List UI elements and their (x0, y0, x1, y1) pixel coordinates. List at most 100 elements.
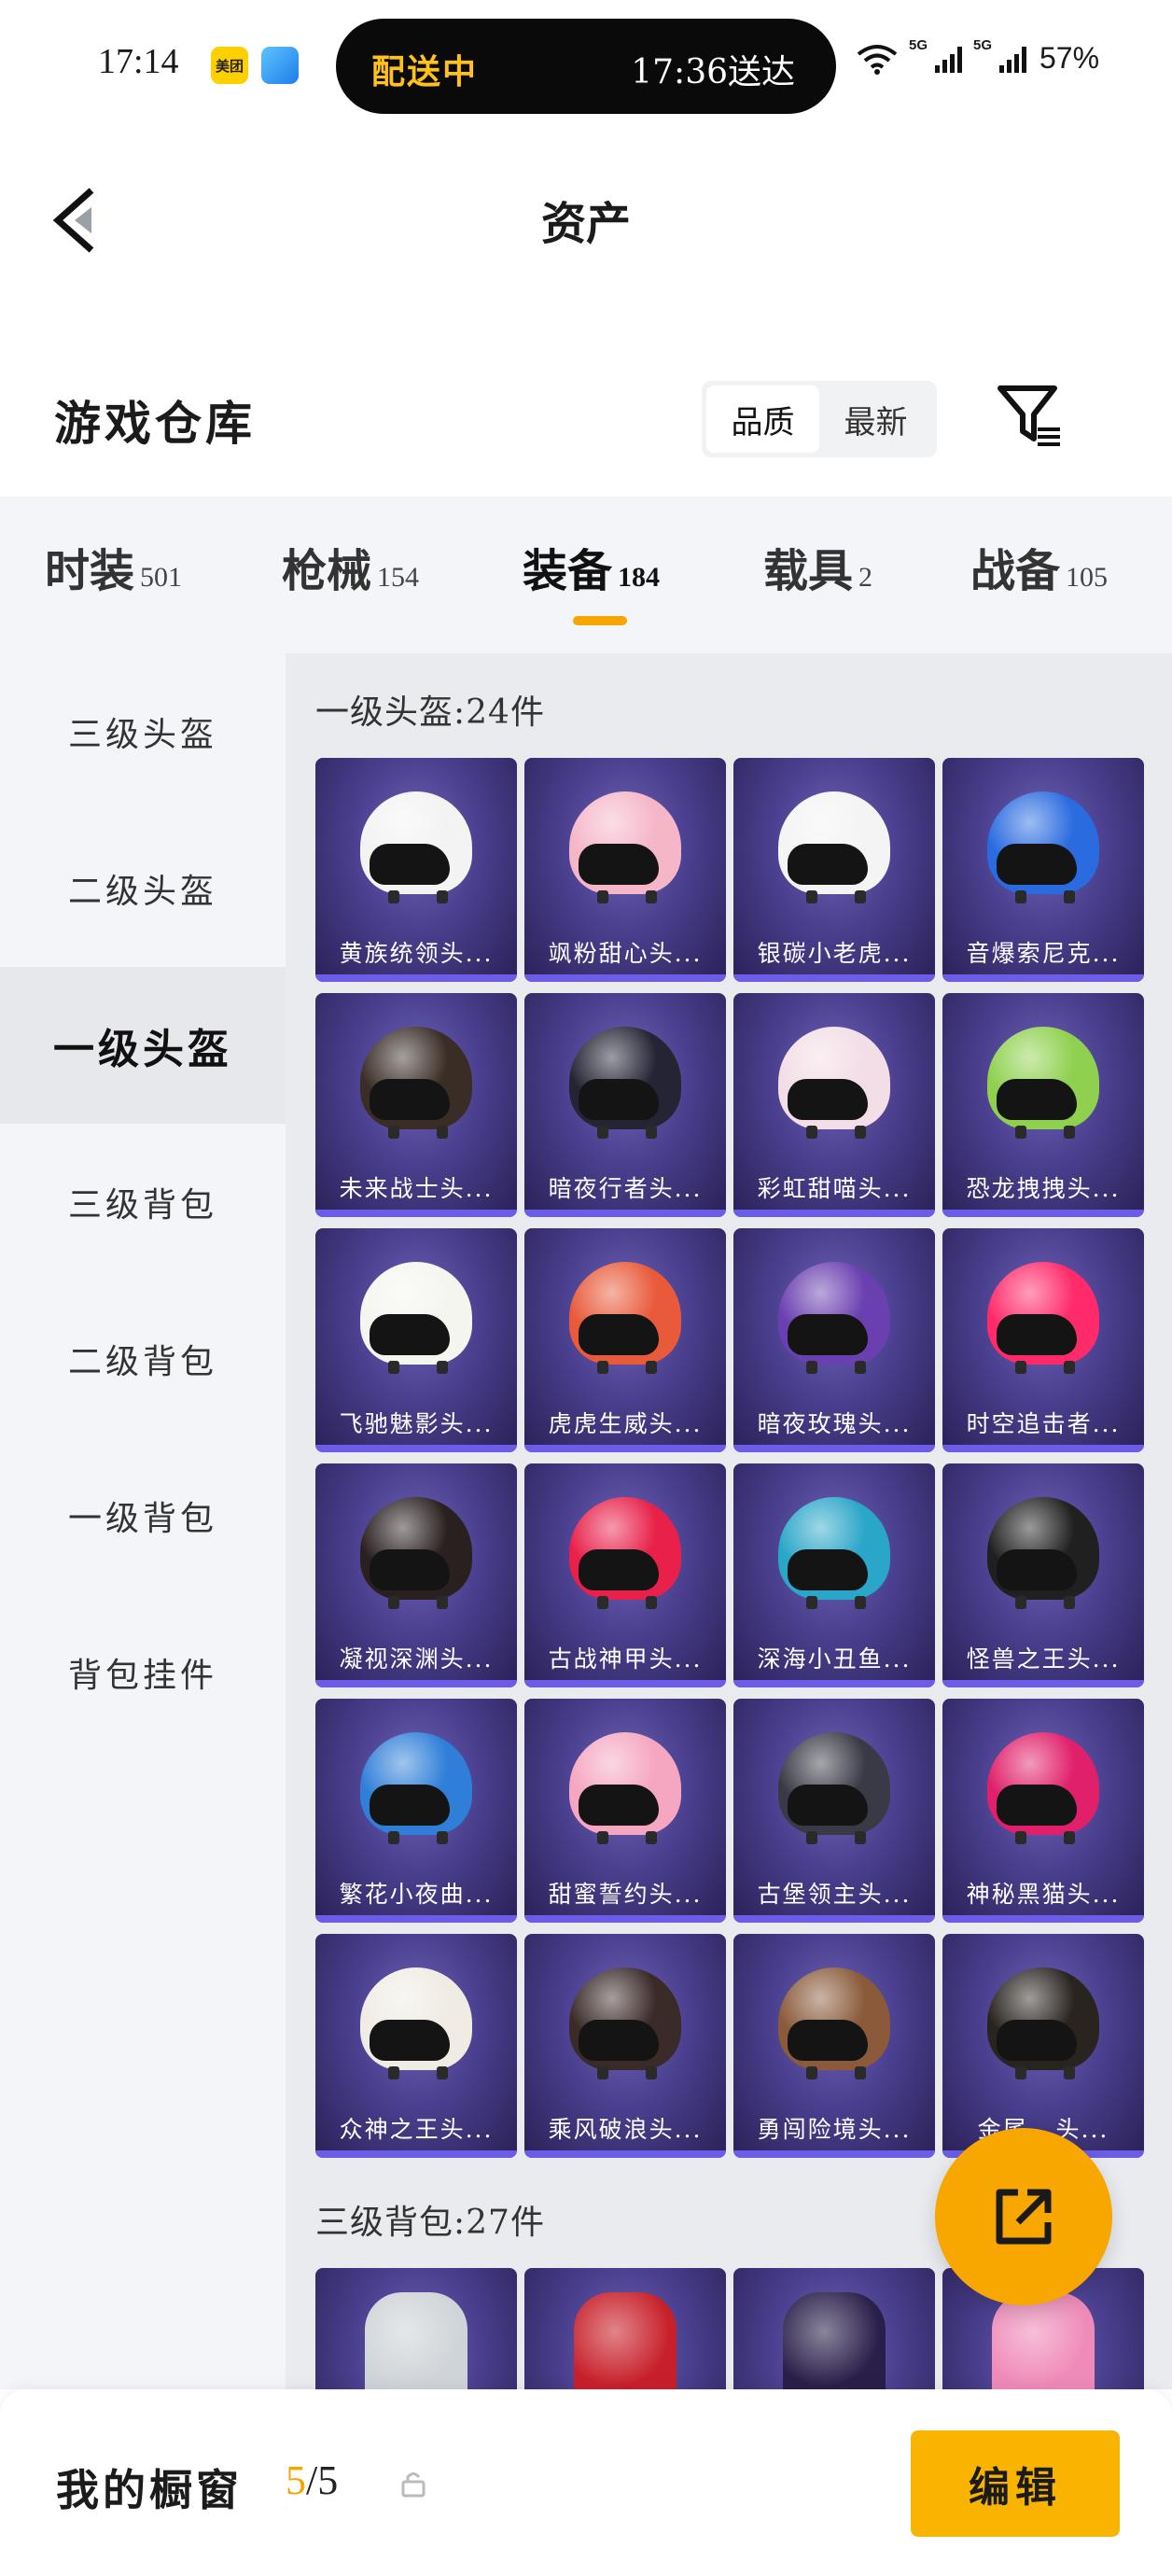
sidebar-item-level1-helmet[interactable]: 一级头盔 (0, 967, 286, 1124)
sidebar-item-level2-backpack[interactable]: 二级背包 (0, 1281, 286, 1437)
item-name: 音爆索尼克... (966, 940, 1121, 967)
backpack-image (365, 2292, 467, 2389)
meituan-app-icon: 美团 (211, 47, 248, 84)
item-name: 时空追击者... (966, 1410, 1121, 1437)
equipment-item-card[interactable]: 飞驰魅影头... (315, 1228, 517, 1452)
section-title-level1-helmet: 一级头盔:24件 (315, 693, 545, 732)
backpack-image (992, 2292, 1095, 2389)
item-name: 恐龙拽拽头... (966, 1175, 1121, 1202)
equipment-item-card[interactable]: 音爆索尼克... (942, 758, 1144, 982)
equipment-item-card[interactable]: 深海小丑鱼... (733, 1463, 935, 1687)
battery-level: 57% (1039, 41, 1100, 75)
item-name: 黄族统领头... (339, 940, 494, 967)
item-name: 飒粉甜心头... (548, 940, 703, 967)
equipment-item-card[interactable]: 飒粉甜心头... (524, 758, 726, 982)
helmet-image (360, 791, 472, 903)
equipment-item-card[interactable]: 怪兽之王头... (942, 1463, 1144, 1687)
delivery-status: 配送中 (371, 52, 479, 91)
showcase-count: 5/5 (286, 2457, 339, 2503)
equipment-item-card[interactable]: 暗夜玫瑰头... (733, 1228, 935, 1452)
equipment-item-card[interactable]: 乘风破浪头... (524, 1934, 726, 2158)
equipment-item-card[interactable] (733, 2268, 935, 2389)
sidebar-item-level3-backpack[interactable]: 三级背包 (0, 1124, 286, 1281)
sidebar-item-level1-backpack[interactable]: 一级背包 (0, 1437, 286, 1594)
item-name: 虎虎生威头... (548, 1410, 703, 1437)
item-name: 神秘黑猫头... (966, 1881, 1121, 1908)
helmet-image (778, 1027, 890, 1139)
backpack-image (783, 2292, 886, 2389)
tab-equipment[interactable]: 装备 184 (523, 534, 660, 599)
status-time: 17:14 (98, 42, 179, 81)
tab-firearms[interactable]: 枪械 154 (282, 534, 419, 599)
equipment-item-card[interactable] (315, 2268, 517, 2389)
helmet-image (987, 1497, 1099, 1609)
item-name: 暗夜玫瑰头... (757, 1410, 912, 1437)
helmet-image (987, 791, 1099, 903)
equipment-item-card[interactable]: 虎虎生威头... (524, 1228, 726, 1452)
tab-supplies[interactable]: 战备 105 (970, 534, 1108, 599)
share-button[interactable] (935, 2128, 1112, 2305)
item-name: 众神之王头... (339, 2116, 494, 2143)
item-name: 怪兽之王头... (966, 1645, 1121, 1673)
item-name: 甜蜜誓约头... (548, 1881, 703, 1908)
item-name: 乘风破浪头... (548, 2116, 703, 2143)
helmet-image (778, 1732, 890, 1844)
equipment-item-card[interactable]: 神秘黑猫头... (942, 1699, 1144, 1923)
helmet-image (569, 1732, 681, 1844)
sidebar-item-level3-helmet[interactable]: 三级头盔 (0, 653, 286, 810)
backpack-image (574, 2292, 677, 2389)
sort-newest[interactable]: 最新 (819, 385, 932, 453)
item-name: 暗夜行者头... (548, 1175, 703, 1202)
equipment-item-card[interactable]: 黄族统领头... (315, 758, 517, 982)
sidebar-item-backpack-charm[interactable]: 背包挂件 (0, 1594, 286, 1751)
item-name: 凝视深渊头... (339, 1645, 494, 1673)
tab-fashion[interactable]: 时装 501 (45, 534, 182, 599)
status-bar: 17:14 美团 配送中 17:36送达 5G 5G 57% (0, 0, 1172, 131)
helmet-image (778, 1967, 890, 2079)
helmet-image (569, 1027, 681, 1139)
tab-vehicles[interactable]: 载具 2 (763, 534, 872, 599)
equipment-item-card[interactable]: 繁花小夜曲... (315, 1699, 517, 1923)
helmet-image (778, 1262, 890, 1374)
delivery-live-activity[interactable]: 配送中 17:36送达 (336, 19, 836, 114)
filter-icon[interactable] (997, 383, 1064, 450)
helmet-image (360, 1732, 472, 1844)
item-name: 深海小丑鱼... (757, 1645, 912, 1673)
item-name: 古战神甲头... (548, 1645, 703, 1673)
helmet-image (778, 791, 890, 903)
helmet-image (987, 1732, 1099, 1844)
equipment-item-card[interactable]: 古战神甲头... (524, 1463, 726, 1687)
helmet-image (360, 1262, 472, 1374)
gallery-app-icon (261, 47, 299, 84)
sort-quality[interactable]: 品质 (706, 385, 819, 453)
equipment-item-card[interactable]: 暗夜行者头... (524, 993, 726, 1217)
equipment-item-card[interactable]: 恐龙拽拽头... (942, 993, 1144, 1217)
item-name: 彩虹甜喵头... (757, 1175, 912, 1202)
equipment-item-card[interactable]: 古堡领主头... (733, 1699, 935, 1923)
share-icon (996, 2189, 1052, 2245)
signal-icon: 5G (909, 37, 962, 73)
equipment-item-card[interactable]: 凝视深渊头... (315, 1463, 517, 1687)
showcase-label: 我的橱窗 (56, 2465, 243, 2515)
helmet-image (360, 1497, 472, 1609)
section-title-level3-backpack: 三级背包:27件 (315, 2204, 545, 2242)
helmet-image (569, 1967, 681, 2079)
item-name: 繁花小夜曲... (339, 1881, 494, 1908)
helmet-image (569, 1497, 681, 1609)
item-name: 银碳小老虎... (757, 940, 912, 967)
equipment-item-card[interactable]: 众神之王头... (315, 1934, 517, 2158)
item-name: 未来战士头... (339, 1175, 494, 1202)
edit-button[interactable]: 编辑 (911, 2430, 1120, 2537)
delivery-eta: 17:36送达 (631, 53, 795, 91)
equipment-item-card[interactable]: 彩虹甜喵头... (733, 993, 935, 1217)
equipment-item-card[interactable]: 金尾...头... (942, 1934, 1144, 2158)
item-name: 勇闯险境头... (757, 2116, 912, 2143)
equipment-item-card[interactable]: 勇闯险境头... (733, 1934, 935, 2158)
equipment-item-card[interactable]: 银碳小老虎... (733, 758, 935, 982)
equipment-item-card[interactable]: 时空追击者... (942, 1228, 1144, 1452)
wifi-icon (857, 44, 898, 75)
equipment-item-card[interactable]: 未来战士头... (315, 993, 517, 1217)
equipment-item-card[interactable]: 甜蜜誓约头... (524, 1699, 726, 1923)
equipment-item-card[interactable] (524, 2268, 726, 2389)
sidebar-item-level2-helmet[interactable]: 二级头盔 (0, 810, 286, 967)
